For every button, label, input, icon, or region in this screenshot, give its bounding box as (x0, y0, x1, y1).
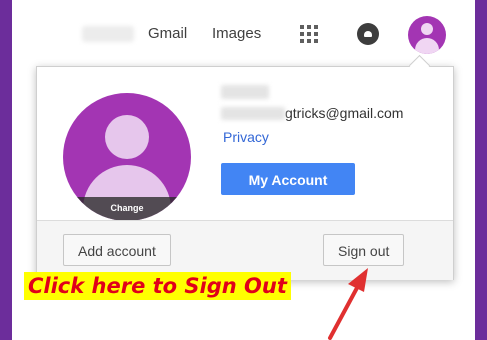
screenshot-frame: Gmail Images Change gtricks@gmail.com Pr… (12, 0, 475, 340)
pointer-arrow-icon (328, 268, 368, 340)
